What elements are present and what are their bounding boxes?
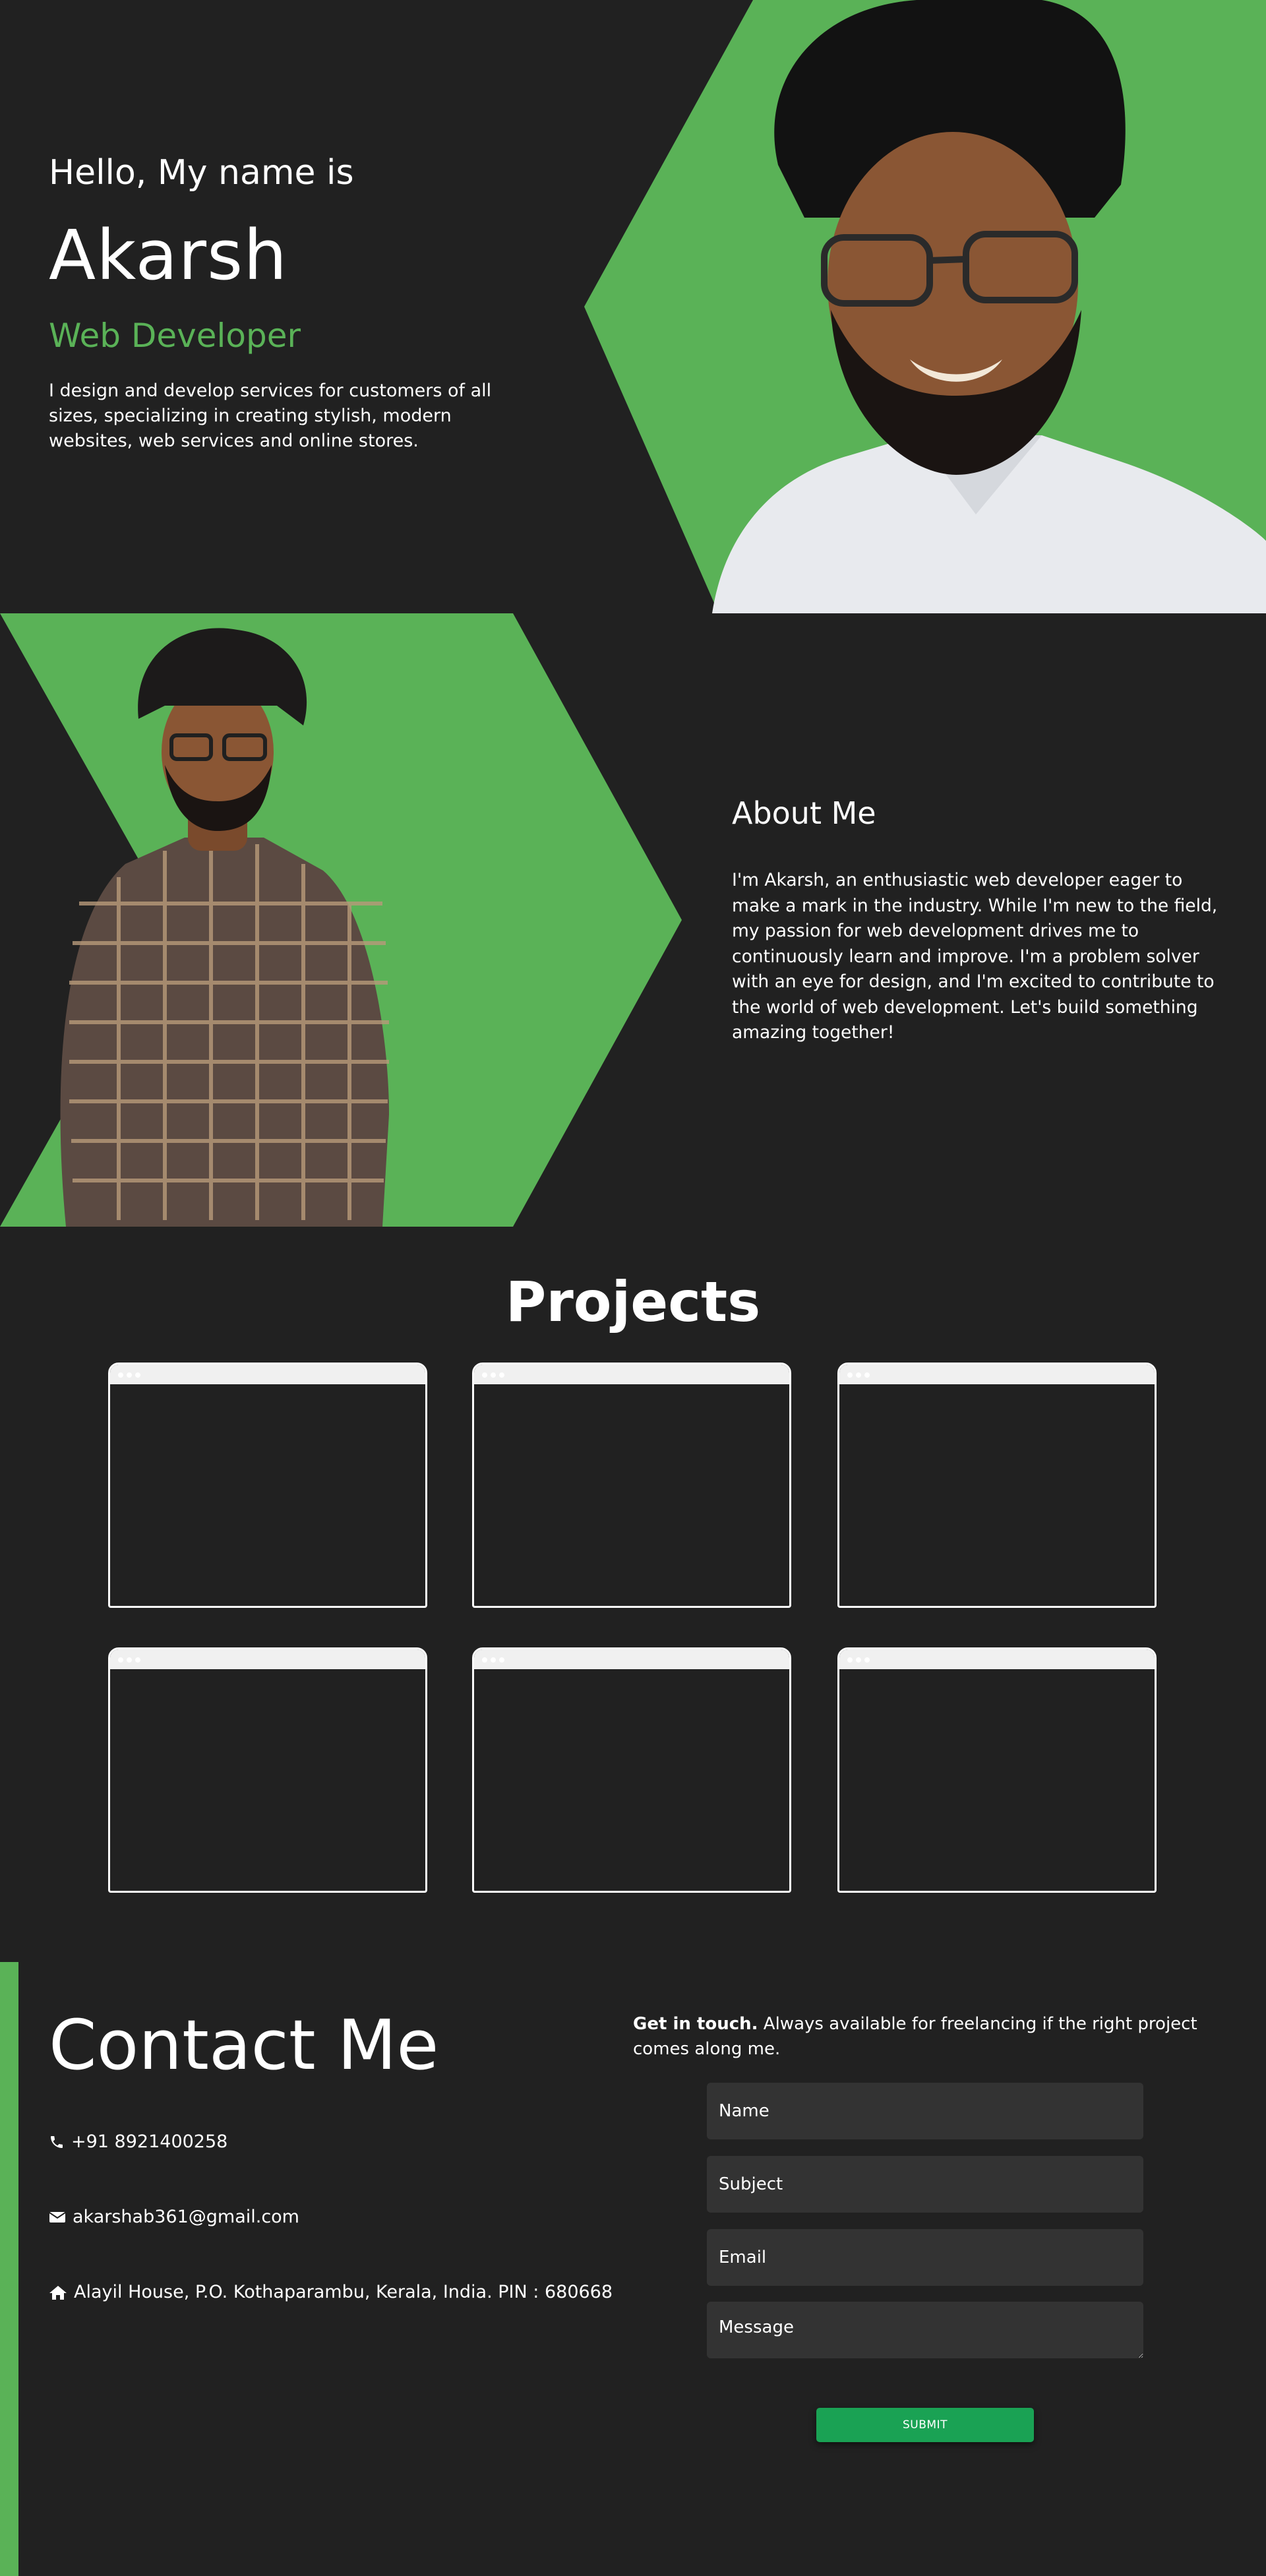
home-icon [49,2285,67,2300]
project-card[interactable] [837,1363,1157,1608]
window-dot-icon [482,1657,487,1663]
contact-phone[interactable]: +91 8921400258 [49,2131,227,2152]
window-dot-icon [847,1657,853,1663]
window-dot-icon [127,1372,132,1378]
browser-bar [110,1649,425,1669]
projects-title: Projects [505,1270,761,1334]
email-address: akarshab361@gmail.com [73,2207,299,2227]
browser-bar [474,1649,789,1669]
postal-address: Alayil House, P.O. Kothaparambu, Kerala,… [74,2282,613,2302]
project-card[interactable] [472,1647,791,1893]
hero-portrait-image [712,0,1266,613]
about-portrait-image [60,628,389,1227]
email-field[interactable] [707,2229,1143,2286]
window-dot-icon [118,1657,123,1663]
phone-number: +91 8921400258 [71,2131,228,2152]
about-section: About Me I'm Akarsh, an enthusiastic web… [0,613,1266,1227]
window-dot-icon [499,1372,504,1378]
browser-bar [110,1365,425,1384]
window-dot-icon [856,1657,861,1663]
contact-accent-stripe [0,1962,18,2576]
about-title: About Me [732,795,876,831]
contact-title: Contact Me [49,2005,439,2085]
name-field[interactable] [707,2083,1143,2139]
window-dot-icon [482,1372,487,1378]
subject-field[interactable] [707,2156,1143,2213]
hero-section: Hello, My name is Akarsh Web Developer I… [0,0,1266,613]
phone-icon [51,2135,63,2148]
window-dot-icon [135,1372,140,1378]
project-card[interactable] [108,1363,427,1608]
contact-email[interactable]: akarshab361@gmail.com [49,2207,299,2227]
intro-bold: Get in touch. [633,2014,758,2034]
window-dot-icon [491,1657,496,1663]
window-dot-icon [847,1372,853,1378]
message-field[interactable] [707,2302,1143,2358]
envelope-icon [49,2211,66,2223]
window-dot-icon [864,1372,870,1378]
contact-intro: Get in touch. Always available for freel… [633,2011,1200,2062]
contact-address: Alayil House, P.O. Kothaparambu, Kerala,… [49,2282,613,2302]
window-dot-icon [127,1657,132,1663]
window-dot-icon [864,1657,870,1663]
browser-bar [839,1649,1155,1669]
hero-name: Akarsh [49,215,288,295]
hero-greeting: Hello, My name is [49,153,354,193]
project-card[interactable] [108,1647,427,1893]
window-dot-icon [856,1372,861,1378]
hero-description: I design and develop services for custom… [49,381,492,451]
about-text: I'm Akarsh, an enthusiastic web develope… [732,870,1218,1043]
browser-bar [839,1365,1155,1384]
window-dot-icon [118,1372,123,1378]
hero-role: Web Developer [49,317,301,355]
window-dot-icon [491,1372,496,1378]
window-dot-icon [499,1657,504,1663]
browser-bar [474,1365,789,1384]
submit-button[interactable]: SUBMIT [816,2408,1034,2442]
project-card[interactable] [472,1363,791,1608]
window-dot-icon [135,1657,140,1663]
project-card[interactable] [837,1647,1157,1893]
